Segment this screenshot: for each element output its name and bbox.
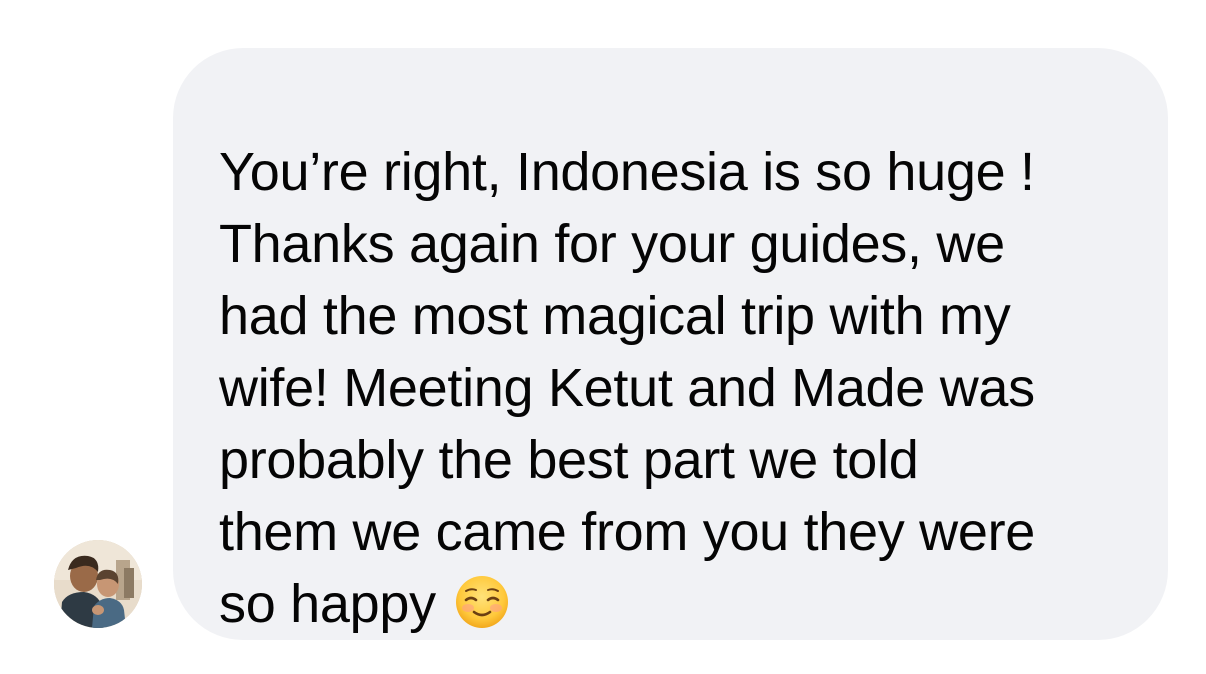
message-bubble[interactable]: You’re right, Indonesia is so huge ! Tha… [173,48,1168,640]
avatar-photo [54,540,142,628]
chat-thread: You’re right, Indonesia is so huge ! Tha… [0,0,1206,674]
message-text: You’re right, Indonesia is so huge ! Tha… [219,142,1036,634]
sender-avatar[interactable] [54,540,142,628]
smiling-face-icon [454,574,510,630]
message-body: You’re right, Indonesia is so huge ! Tha… [219,136,1128,640]
